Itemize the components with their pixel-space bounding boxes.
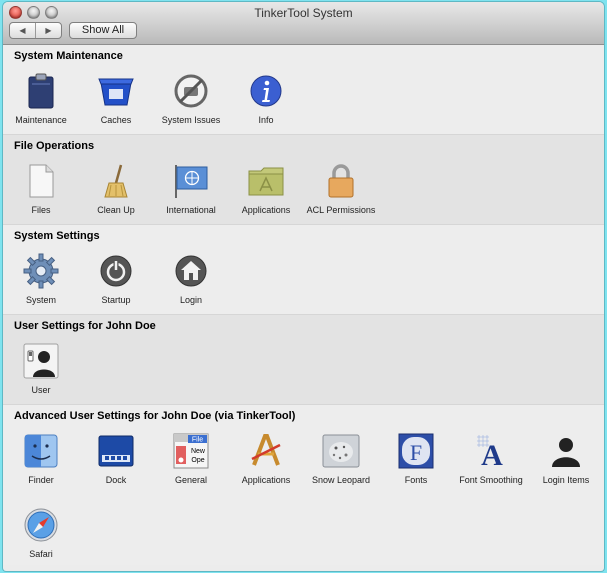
forward-button[interactable]: ▶ bbox=[35, 23, 61, 38]
pane-applications-folder[interactable]: Applications bbox=[228, 161, 304, 215]
pane-label: Startup bbox=[101, 295, 131, 305]
pane-label: Finder bbox=[28, 475, 54, 485]
section-system-maintenance: System Maintenance Maintenance Caches Sy… bbox=[3, 45, 604, 135]
pane-label: Login bbox=[179, 295, 203, 305]
font-smoothing-icon-text: A bbox=[481, 439, 503, 469]
gear-icon bbox=[21, 251, 61, 291]
pane-caches[interactable]: Caches bbox=[78, 71, 154, 125]
login-items-icon bbox=[546, 431, 586, 471]
pane-snow-leopard[interactable]: Snow Leopard bbox=[303, 431, 379, 485]
pane-info[interactable]: Info bbox=[228, 71, 304, 125]
pane-system[interactable]: System bbox=[3, 251, 79, 305]
section-title: Advanced User Settings for John Doe (via… bbox=[14, 410, 296, 422]
document-icon bbox=[21, 161, 61, 201]
safari-icon bbox=[21, 505, 61, 545]
pane-label: Safari bbox=[29, 549, 53, 559]
recycle-bin-icon bbox=[96, 71, 136, 111]
pane-label: Info bbox=[258, 115, 274, 125]
pane-safari[interactable]: Safari bbox=[3, 505, 79, 559]
pane-label: User bbox=[31, 385, 51, 395]
pane-label: System bbox=[25, 295, 56, 305]
pane-label: Maintenance bbox=[15, 115, 67, 125]
pane-label: Caches bbox=[100, 115, 132, 125]
no-entry-icon bbox=[171, 71, 211, 111]
pane-label: Applications bbox=[241, 475, 291, 485]
pane-label: General bbox=[174, 475, 208, 485]
pane-label: Files bbox=[31, 205, 51, 215]
fonts-icon: F bbox=[396, 431, 436, 471]
section-file-operations: File Operations Files Clean Up Internati… bbox=[3, 135, 604, 225]
pane-finder[interactable]: Finder bbox=[3, 431, 79, 485]
show-all-button[interactable]: Show All bbox=[69, 22, 137, 39]
pane-label: Login Items bbox=[542, 475, 590, 485]
section-title: System Settings bbox=[14, 230, 100, 242]
pane-maintenance[interactable]: Maintenance bbox=[3, 71, 79, 125]
pane-user[interactable]: User bbox=[3, 341, 79, 395]
section-user-settings: User Settings for John Doe User bbox=[3, 315, 604, 405]
pane-login[interactable]: Login bbox=[153, 251, 229, 305]
pane-label: International bbox=[166, 205, 216, 215]
nav-buttons: ◀ ▶ bbox=[9, 22, 62, 39]
general-icon-text: New bbox=[191, 448, 206, 455]
fonts-icon-text: F bbox=[410, 440, 422, 465]
applications-icon bbox=[246, 431, 286, 471]
window: TinkerTool System ◀ ▶ Show All System Ma… bbox=[3, 2, 604, 571]
pane-acl-permissions[interactable]: ACL Permissions bbox=[303, 161, 379, 215]
section-title: System Maintenance bbox=[14, 50, 123, 62]
general-icon-text: Ope bbox=[191, 457, 204, 464]
pane-international[interactable]: International bbox=[153, 161, 229, 215]
window-title: TinkerTool System bbox=[254, 6, 353, 20]
user-switch-icon bbox=[21, 341, 61, 381]
applications-folder-icon bbox=[246, 161, 286, 201]
pane-font-smoothing[interactable]: A Font Smoothing bbox=[453, 431, 529, 485]
pane-label: Applications bbox=[241, 205, 291, 215]
pane-fonts[interactable]: F Fonts bbox=[378, 431, 454, 485]
broom-icon bbox=[96, 161, 136, 201]
pane-clean-up[interactable]: Clean Up bbox=[78, 161, 154, 215]
pane-label: System Issues bbox=[161, 115, 221, 125]
home-icon bbox=[171, 251, 211, 291]
pane-label: Clean Up bbox=[97, 205, 135, 215]
snow-leopard-icon bbox=[321, 431, 361, 471]
pane-label: Font Smoothing bbox=[459, 475, 523, 485]
finder-icon bbox=[21, 431, 61, 471]
pane-applications[interactable]: Applications bbox=[228, 431, 304, 485]
section-title: File Operations bbox=[14, 140, 95, 152]
pane-general[interactable]: File New Ope General bbox=[153, 431, 229, 485]
forward-arrow-icon: ▶ bbox=[45, 26, 52, 35]
general-icon: File New Ope bbox=[171, 431, 211, 471]
pane-login-items[interactable]: Login Items bbox=[528, 431, 604, 485]
general-icon-text: File bbox=[192, 437, 203, 444]
un-flag-icon bbox=[171, 161, 211, 201]
font-smoothing-icon: A bbox=[471, 431, 511, 471]
back-button[interactable]: ◀ bbox=[10, 23, 35, 38]
pane-label: Snow Leopard bbox=[311, 475, 371, 485]
pane-label: ACL Permissions bbox=[306, 205, 376, 215]
dock-icon bbox=[96, 431, 136, 471]
pane-files[interactable]: Files bbox=[3, 161, 79, 215]
power-icon bbox=[96, 251, 136, 291]
pane-label: Dock bbox=[105, 475, 127, 485]
pane-dock[interactable]: Dock bbox=[78, 431, 154, 485]
pane-grid: System Maintenance Maintenance Caches Sy… bbox=[3, 45, 604, 565]
pane-startup[interactable]: Startup bbox=[78, 251, 154, 305]
section-system-settings: System Settings System Startup Login bbox=[3, 225, 604, 315]
info-icon bbox=[246, 71, 286, 111]
pane-system-issues[interactable]: System Issues bbox=[153, 71, 229, 125]
padlock-icon bbox=[321, 161, 361, 201]
section-title: User Settings for John Doe bbox=[14, 320, 156, 332]
back-arrow-icon: ◀ bbox=[19, 26, 26, 35]
clipboard-icon bbox=[21, 71, 61, 111]
section-advanced-user-settings: Advanced User Settings for John Doe (via… bbox=[3, 405, 604, 565]
toolbar: TinkerTool System ◀ ▶ Show All bbox=[3, 2, 604, 45]
pane-label: Fonts bbox=[404, 475, 428, 485]
